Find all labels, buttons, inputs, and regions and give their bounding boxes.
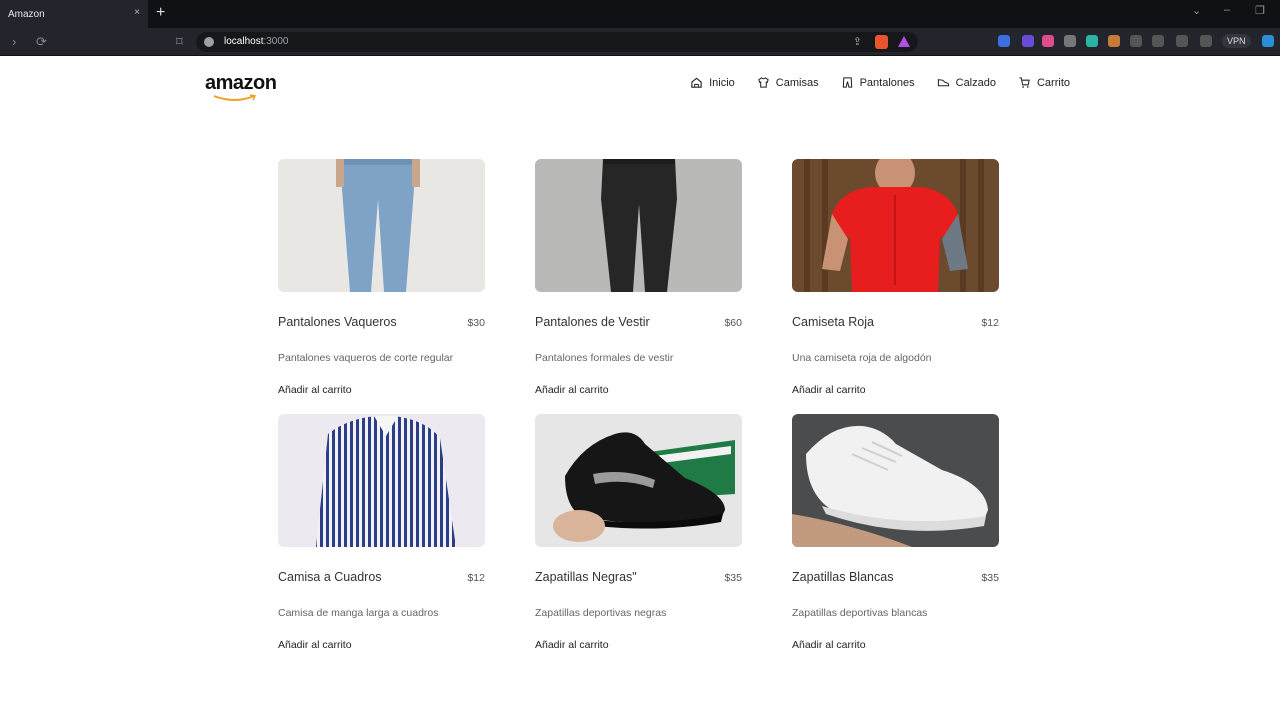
product-name: Zapatillas Negras" [535,570,637,584]
sidebar-icon[interactable] [1176,35,1188,47]
product-grid: Pantalones Vaqueros $30 Pantalones vaque… [278,159,999,651]
nav-item-label: Inicio [709,76,735,89]
product-name: Camisa a Cuadros [278,570,382,584]
browser-tab[interactable]: Amazon × [0,0,148,28]
product-price: $60 [724,317,742,329]
product-name: Camiseta Roja [792,315,874,329]
product-price: $12 [981,317,999,329]
wallet-icon[interactable] [1200,35,1212,47]
url-text: localhost:3000 [224,36,289,47]
add-to-cart-button[interactable]: Añadir al carrito [278,384,485,396]
cart-icon [1019,77,1030,88]
product-image[interactable] [535,159,742,292]
share-icon[interactable]: ⇪ [853,35,862,48]
product-image[interactable] [278,159,485,292]
web-page: amazon Inicio Camisas Pantalones Calzado… [0,56,1280,720]
product-name: Zapatillas Blancas [792,570,894,584]
product-price: $35 [724,572,742,584]
black-sneaker-photo [535,414,742,547]
product-image[interactable] [535,414,742,547]
add-to-cart-button[interactable]: Añadir al carrito [278,639,485,651]
extension-icon[interactable] [998,35,1010,47]
shoe-icon [937,79,949,87]
add-to-cart-button[interactable]: Añadir al carrito [535,639,742,651]
add-to-cart-button[interactable]: Añadir al carrito [792,384,999,396]
forward-icon[interactable]: › [12,34,16,49]
nav-item-label: Camisas [775,76,819,89]
site-info-icon[interactable] [204,37,214,47]
add-to-cart-button[interactable]: Añadir al carrito [535,384,742,396]
product-description: Pantalones vaqueros de corte regular [278,352,454,364]
media-icon[interactable] [1152,35,1164,47]
nav-item-carrito[interactable]: Carrito [1018,76,1070,89]
add-to-cart-button[interactable]: Añadir al carrito [792,639,999,651]
extension-icon[interactable] [1022,35,1034,47]
product-image[interactable] [792,159,999,292]
product-card: Zapatillas Negras" $35 Zapatillas deport… [535,414,742,651]
nav-item-inicio[interactable]: Inicio [690,76,735,89]
product-card: Zapatillas Blancas $35 Zapatillas deport… [792,414,999,651]
tab-title: Amazon [8,9,45,20]
bookmark-icon[interactable]: ⌑ [176,34,183,50]
dress-pants-photo [535,159,742,292]
product-description: Una camiseta roja de algodón [792,352,932,364]
product-card: Camiseta Roja $12 Una camiseta roja de a… [792,159,999,396]
striped-shirt-photo [278,414,485,547]
product-description: Pantalones formales de vestir [535,352,674,364]
product-card: Pantalones de Vestir $60 Pantalones form… [535,159,742,396]
product-image[interactable] [792,414,999,547]
home-icon [691,77,702,88]
nav-item-pantalones[interactable]: Pantalones [841,76,915,89]
product-price: $12 [467,572,485,584]
new-tab-icon[interactable]: + [156,4,165,22]
nav-item-calzado[interactable]: Calzado [937,76,996,89]
nav-item-label: Carrito [1036,76,1070,89]
product-name: Pantalones Vaqueros [278,315,397,329]
browser-tab-strip: Amazon × + ⌄ – ❐ [0,0,1280,28]
extension-icon[interactable] [1108,35,1120,47]
brave-shields-icon[interactable] [875,35,888,49]
extensions-puzzle-icon[interactable] [1130,35,1142,47]
shirt-icon [758,77,769,88]
product-card: Camisa a Cuadros $12 Camisa de manga lar… [278,414,485,651]
tab-search-icon[interactable]: ⌄ [1192,4,1201,17]
main-nav: Inicio Camisas Pantalones Calzado Carrit… [690,76,1070,89]
logo-text: amazon [205,72,277,94]
pants-icon [842,77,852,88]
browser-toolbar: › ⟳ ⌑ localhost:3000 ⇪ VPN [0,28,1280,56]
red-shirt-photo [792,159,999,292]
nav-item-label: Pantalones [859,76,915,89]
url-port: :3000 [263,36,289,47]
product-price: $35 [981,572,999,584]
smile-arrow-icon [213,94,257,101]
minimize-icon[interactable]: – [1224,4,1230,16]
product-card: Pantalones Vaqueros $30 Pantalones vaque… [278,159,485,396]
product-price: $30 [467,317,485,329]
brave-rewards-icon[interactable] [898,36,910,47]
white-sneaker-photo [792,414,999,547]
jeans-photo [278,159,485,292]
reload-icon[interactable]: ⟳ [36,34,47,50]
close-tab-icon[interactable]: × [134,7,140,18]
vpn-button[interactable]: VPN [1222,34,1251,48]
amazon-logo[interactable]: amazon [205,72,277,101]
extension-icon[interactable] [1086,35,1098,47]
extension-icon[interactable] [1064,35,1076,47]
product-name: Pantalones de Vestir [535,315,650,329]
product-description: Camisa de manga larga a cuadros [278,607,439,619]
nav-item-camisas[interactable]: Camisas [757,76,819,89]
extension-icon[interactable] [1262,35,1274,47]
product-description: Zapatillas deportivas negras [535,607,667,619]
product-description: Zapatillas deportivas blancas [792,607,928,619]
restore-icon[interactable]: ❐ [1255,4,1265,17]
extension-icon[interactable] [1042,35,1054,47]
url-host: localhost [224,36,264,47]
address-bar[interactable]: localhost:3000 ⇪ [196,32,918,52]
product-image[interactable] [278,414,485,547]
nav-item-label: Calzado [955,76,996,89]
